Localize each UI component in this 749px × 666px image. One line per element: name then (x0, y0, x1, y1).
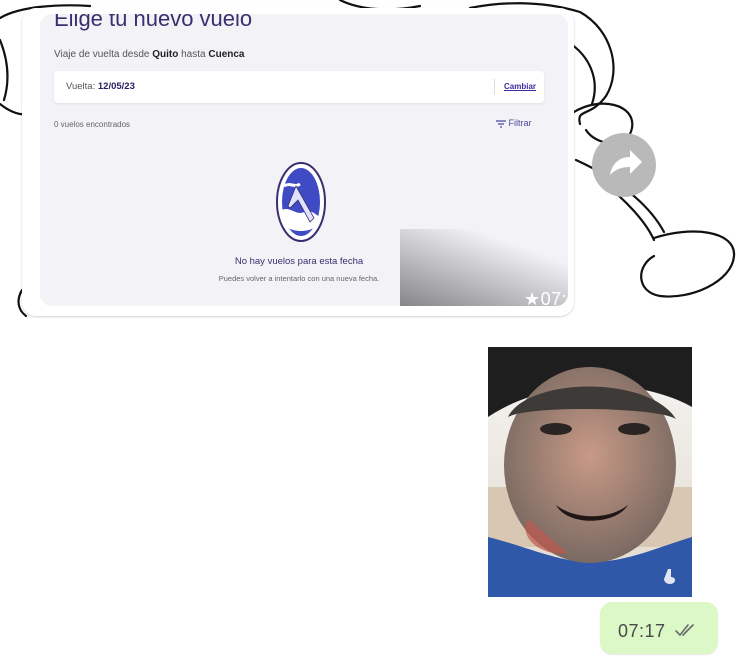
return-label: Vuelta: (66, 81, 96, 92)
filter-icon (496, 120, 506, 128)
subtitle-prefix: Viaje de vuelta desde (54, 49, 150, 60)
forward-button[interactable] (592, 133, 656, 197)
trip-subtitle: Viaje de vuelta desde Quito hasta Cuenca (54, 49, 245, 60)
forward-arrow-icon (610, 150, 642, 175)
flights-found-count: 0 vuelos encontrados (54, 120, 131, 129)
star-icon: ★ (524, 289, 541, 306)
double-check-icon (675, 624, 694, 637)
return-date: Vuelta: 12/05/23 (66, 81, 135, 92)
incoming-time: 07:16 (540, 289, 568, 306)
filter-button[interactable]: Filtrar (496, 118, 532, 128)
outgoing-video-thumbnail[interactable] (488, 347, 692, 597)
subtitle-middle: hasta (181, 49, 206, 60)
outgoing-message-bubble[interactable]: 07:17 (600, 602, 718, 654)
outgoing-time: 07:17 (618, 621, 666, 641)
video-frame (488, 347, 692, 597)
airplane-window-illustration (276, 162, 326, 242)
destination-city: Cuenca (208, 49, 245, 60)
return-date-card: Vuelta: 12/05/23 Cambiar (54, 71, 544, 103)
incoming-message-meta: ★07:16 (524, 289, 568, 306)
change-date-link[interactable]: Cambiar (504, 82, 536, 91)
origin-city: Quito (152, 49, 179, 60)
divider (494, 79, 495, 95)
filter-label: Filtrar (508, 118, 532, 128)
return-date-value: 12/05/23 (97, 81, 135, 92)
flight-search-screenshot[interactable]: Elige tu nuevo vuelo Viaje de vuelta des… (40, 14, 568, 306)
page-title: Elige tu nuevo vuelo (54, 14, 253, 31)
